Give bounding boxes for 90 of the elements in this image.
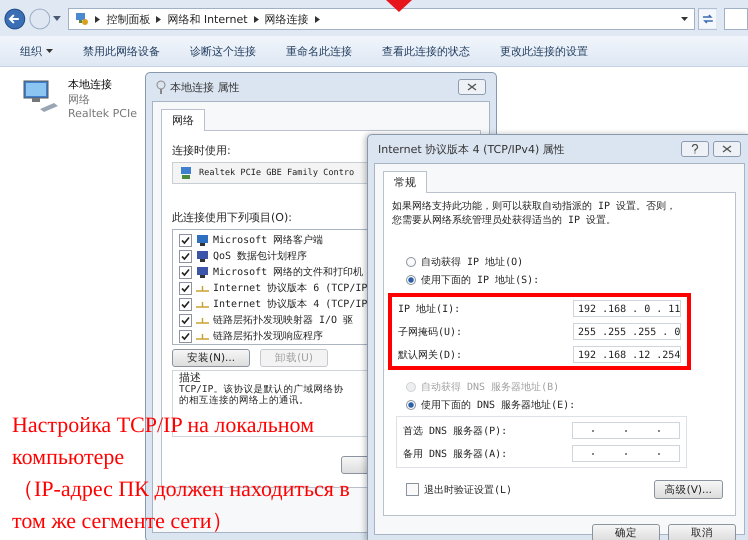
field-label: 默认网关(D): bbox=[398, 348, 462, 362]
dialog-button[interactable]: 取消 bbox=[668, 524, 736, 540]
ip-address-field[interactable] bbox=[572, 422, 680, 439]
intro-text: 您需要从网络系统管理员处获得适当的 IP 设置。 bbox=[392, 214, 616, 227]
annotation-text: （IP-адрес ПК должен находиться в bbox=[12, 477, 350, 501]
protocol-icon bbox=[196, 332, 209, 340]
radio-button[interactable] bbox=[406, 400, 416, 410]
caret-icon bbox=[46, 49, 53, 53]
checkbox[interactable] bbox=[179, 266, 192, 278]
radio-button[interactable] bbox=[406, 275, 416, 285]
dialog-title: Internet 协议版本 4 (TCP/IPv4) 属性 bbox=[378, 142, 565, 156]
connection-adapter: Realtek PCIe bbox=[68, 107, 137, 120]
ip-address-field[interactable] bbox=[572, 445, 680, 462]
radio-button[interactable] bbox=[406, 257, 416, 267]
breadcrumb-item[interactable]: 网络连接 bbox=[264, 12, 309, 26]
close-icon bbox=[467, 83, 477, 91]
component-item[interactable]: 链路层拓扑发现响应程序 bbox=[213, 329, 323, 343]
field-label: 首选 DNS 服务器(P): bbox=[403, 424, 508, 438]
ip-address-field[interactable]: 255 .255 .255 . 0 bbox=[573, 323, 681, 340]
connection-status: 网络 bbox=[68, 92, 91, 107]
chevron-icon[interactable] bbox=[254, 16, 259, 22]
toolbar-button[interactable]: 诊断这个连接 bbox=[190, 44, 256, 58]
list-label: 此连接使用下列项目(O): bbox=[172, 210, 292, 225]
group-label: 描述 bbox=[179, 371, 201, 384]
ip-address-field[interactable]: 192 .168 . 0 . 11 bbox=[573, 300, 681, 317]
radio-label[interactable]: 使用下面的 IP 地址(S): bbox=[421, 273, 540, 287]
checkbox[interactable] bbox=[179, 330, 192, 342]
network-component-icon bbox=[196, 266, 209, 278]
address-bar[interactable]: 控制面板 网络和 Internet 网络连接 bbox=[68, 8, 695, 30]
connection-name[interactable]: 本地连接 bbox=[68, 77, 137, 92]
checkbox[interactable] bbox=[179, 234, 192, 246]
toolbar-button[interactable]: 重命名此连接 bbox=[286, 44, 352, 58]
checkbox[interactable] bbox=[179, 314, 192, 326]
network-component-icon bbox=[196, 250, 209, 262]
breadcrumb-item[interactable]: 控制面板 bbox=[106, 12, 150, 26]
checkbox-label[interactable]: 退出时验证设置(L) bbox=[424, 482, 512, 496]
field-label: 连接时使用: bbox=[172, 143, 231, 158]
annotation-text: компьютере bbox=[12, 445, 124, 469]
search-field[interactable] bbox=[724, 8, 748, 30]
dropdown-icon[interactable] bbox=[680, 16, 688, 22]
component-item[interactable]: Internet 协议版本 6 (TCP/IP bbox=[213, 281, 368, 295]
back-icon[interactable] bbox=[4, 8, 26, 30]
description-text: TCP/IP。该协议是默认的广域网络协 bbox=[179, 384, 344, 395]
field-label: 备用 DNS 服务器(A): bbox=[403, 448, 508, 460]
tab[interactable]: 网络 bbox=[161, 109, 205, 131]
protocol-icon bbox=[196, 316, 209, 324]
component-item[interactable]: QoS 数据包计划程序 bbox=[213, 249, 308, 263]
dropdown-icon[interactable] bbox=[53, 16, 62, 22]
component-item[interactable]: Internet 协议版本 4 (TCP/IP bbox=[213, 297, 368, 311]
dialog-button[interactable]: 安装(N)... bbox=[172, 349, 250, 367]
radio-label[interactable]: 自动获得 IP 地址(O) bbox=[421, 255, 524, 269]
field-label: 子网掩码(U): bbox=[398, 326, 462, 338]
breadcrumb-item[interactable]: 网络和 Internet bbox=[167, 12, 248, 26]
chevron-icon[interactable] bbox=[95, 16, 100, 22]
toolbar-button[interactable]: 更改此连接的设置 bbox=[500, 44, 588, 58]
protocol-icon bbox=[196, 300, 209, 308]
dialog-title: 本地连接 属性 bbox=[170, 80, 240, 94]
annotation-text: Настройка TCP/IP на локальном bbox=[12, 413, 314, 437]
intro-text: 如果网络支持此功能，则可以获取自动指派的 IP 设置。否则， bbox=[392, 200, 676, 213]
help-button[interactable] bbox=[681, 141, 709, 157]
component-item[interactable]: 链路层拓扑发现映射器 I/O 驱 bbox=[213, 313, 354, 327]
refresh-icon[interactable] bbox=[698, 8, 718, 30]
annotation-text: том же сегменте сети） bbox=[12, 509, 234, 533]
checkbox[interactable] bbox=[179, 282, 192, 294]
close-icon bbox=[722, 145, 732, 153]
component-item[interactable]: Microsoft 网络的文件和打印机 bbox=[213, 265, 364, 279]
adapter-name: Realtek PCIe GBE Family Contro bbox=[199, 168, 354, 178]
chevron-icon[interactable] bbox=[314, 16, 320, 22]
toolbar-button[interactable]: 组织 bbox=[20, 44, 53, 58]
field-label: IP 地址(I): bbox=[398, 302, 460, 316]
checkbox[interactable] bbox=[406, 483, 419, 496]
protocol-icon bbox=[196, 284, 209, 292]
advanced-button[interactable]: 高级(V)... bbox=[654, 480, 723, 499]
help-icon bbox=[691, 144, 699, 154]
ip-address-field[interactable]: 192 .168 .12 .254 bbox=[573, 346, 681, 363]
close-button[interactable] bbox=[713, 141, 741, 157]
checkbox[interactable] bbox=[179, 250, 192, 262]
network-adapter-icon bbox=[179, 166, 193, 180]
dialog-button[interactable]: 确定 bbox=[592, 524, 660, 540]
chevron-icon[interactable] bbox=[156, 16, 162, 22]
toolbar-button[interactable]: 禁用此网络设备 bbox=[83, 44, 160, 58]
component-item[interactable]: Microsoft 网络客户端 bbox=[213, 233, 324, 247]
toolbar-button[interactable]: 查看此连接的状态 bbox=[382, 44, 470, 58]
close-button[interactable] bbox=[458, 79, 486, 95]
radio-label[interactable]: 使用下面的 DNS 服务器地址(E): bbox=[421, 398, 576, 412]
tab[interactable]: 常规 bbox=[383, 171, 427, 193]
arrow-icon bbox=[386, 0, 412, 12]
network-component-icon bbox=[196, 234, 209, 246]
description-text: 的相互连接的网络上的通讯。 bbox=[179, 395, 309, 406]
checkbox[interactable] bbox=[179, 298, 192, 310]
